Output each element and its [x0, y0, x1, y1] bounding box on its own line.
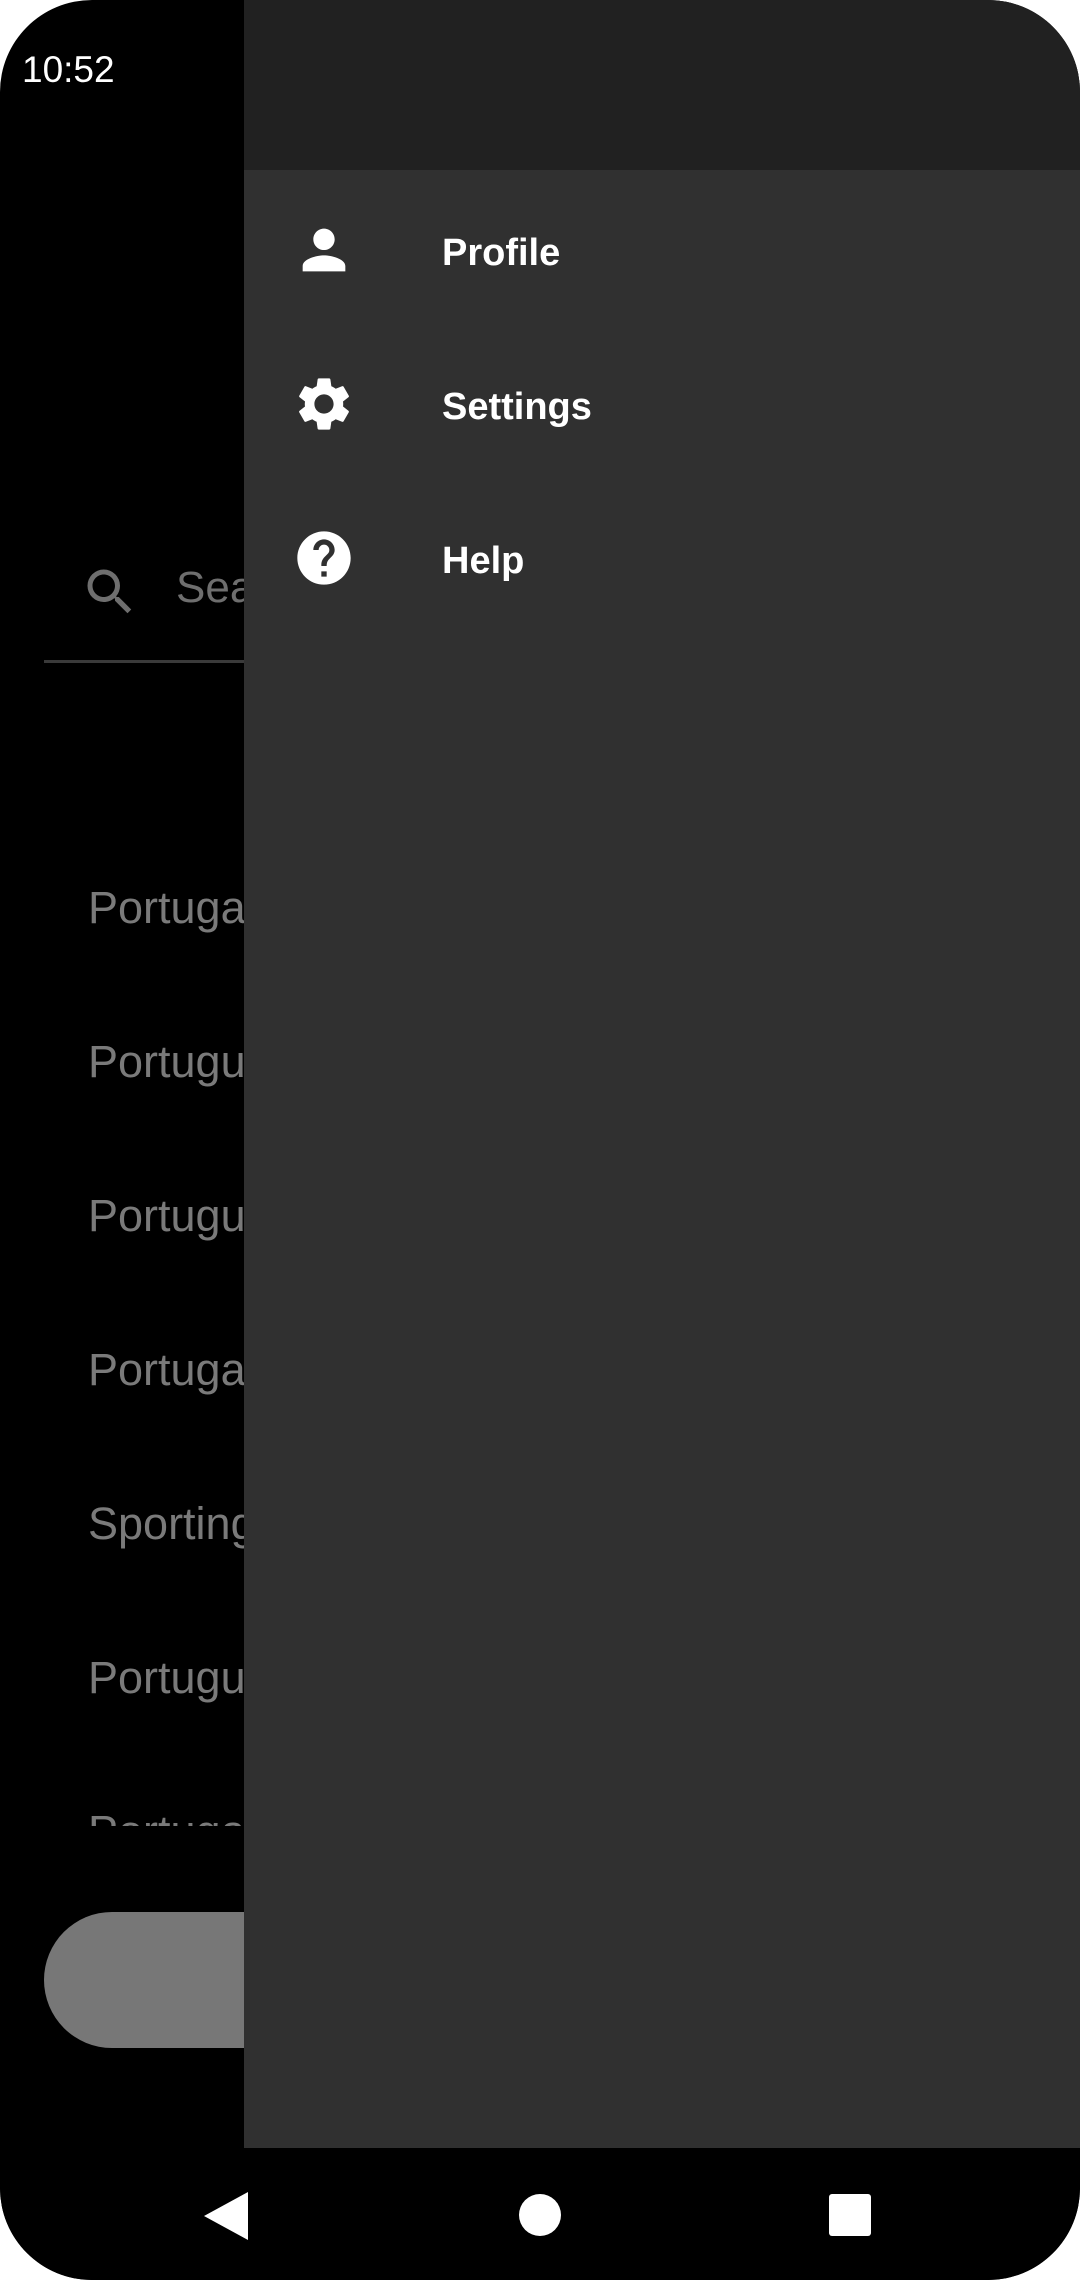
list-item[interactable]: Portugal — [88, 880, 256, 936]
drawer-item-help[interactable]: Help — [244, 484, 1080, 638]
navigation-drawer: Profile Settings Help — [244, 0, 1080, 2148]
drawer-header — [244, 0, 1080, 170]
drawer-item-label: Settings — [442, 386, 592, 428]
list-item[interactable]: Sporting — [88, 1496, 256, 1552]
home-icon[interactable] — [519, 2194, 561, 2236]
phone-screen: Search Portugal Português Português Port… — [0, 0, 1080, 2280]
drawer-item-label: Help — [442, 540, 525, 582]
drawer-item-label: Profile — [442, 232, 561, 274]
help-icon — [297, 531, 351, 585]
drawer-item-profile[interactable]: Profile — [244, 176, 1080, 330]
drawer-item-settings[interactable]: Settings — [244, 330, 1080, 484]
recents-icon[interactable] — [829, 2194, 871, 2236]
list-item[interactable]: Portugal — [88, 1342, 256, 1398]
back-icon[interactable] — [204, 2192, 248, 2240]
person-icon — [302, 228, 346, 272]
search-icon — [87, 569, 132, 614]
list-item[interactable]: Portugal — [88, 1804, 256, 1826]
system-nav-bar — [0, 2148, 1080, 2280]
gear-icon — [299, 378, 349, 430]
status-time: 10:52 — [22, 49, 115, 90]
